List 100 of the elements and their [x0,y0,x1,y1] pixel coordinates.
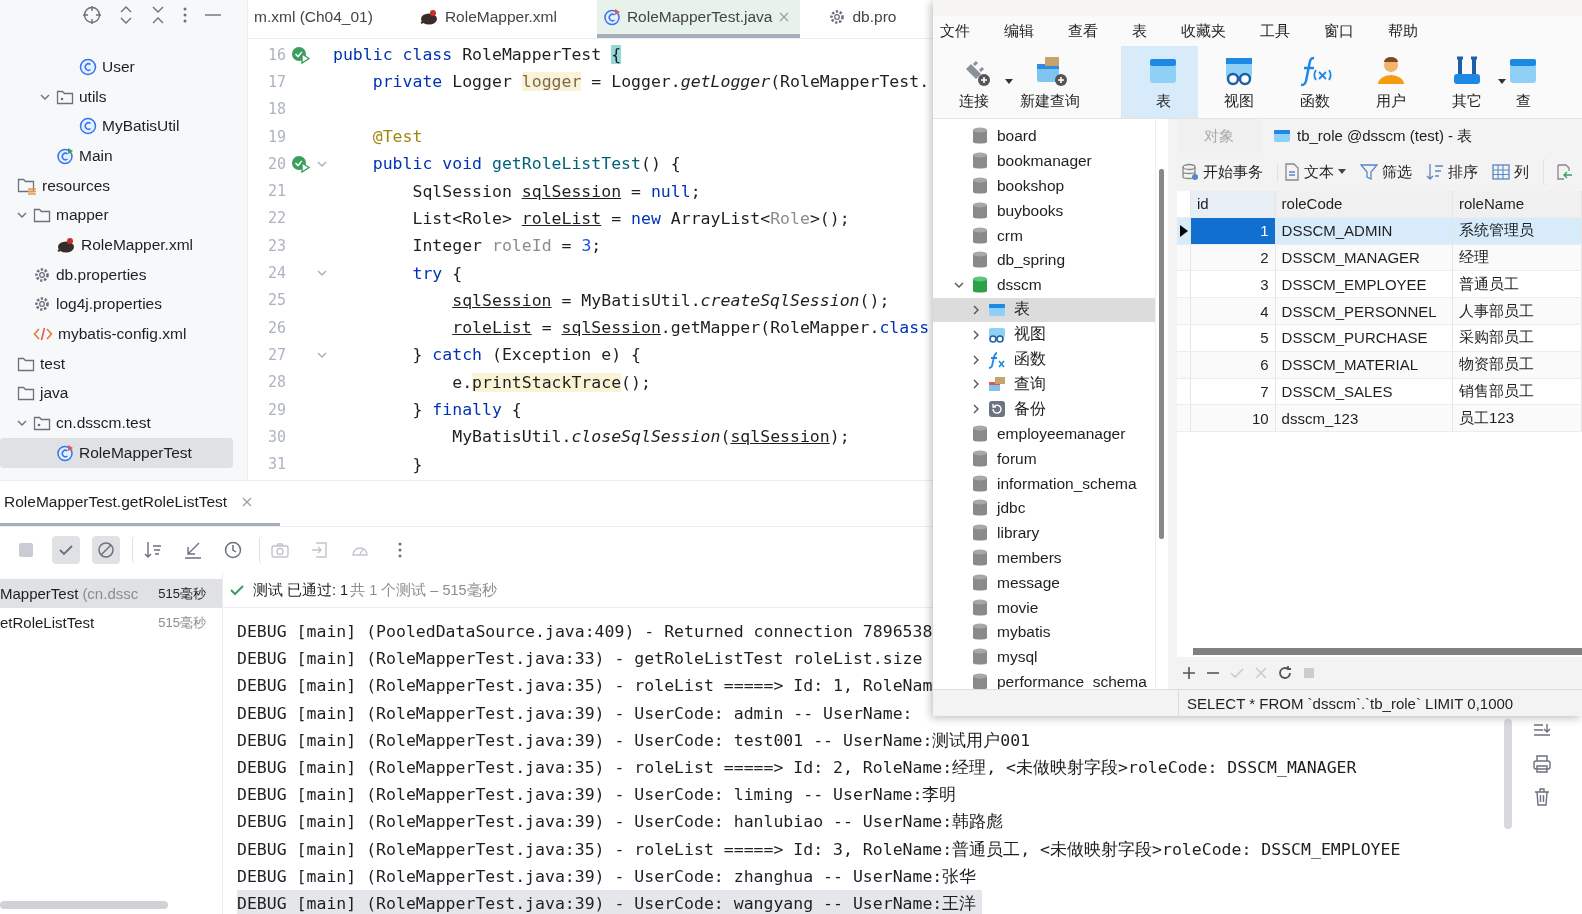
table-cell[interactable]: DSSCM_PERSONNEL [1275,298,1453,324]
editor-tab[interactable]: m.xml (Ch04_01) [248,0,391,38]
tree-item[interactable]: MyBatisUtil [0,111,233,142]
dropdown-caret-icon[interactable] [1498,79,1506,85]
menu-item[interactable]: 窗口 [1324,21,1354,41]
table-cell[interactable]: 普通员工 [1452,271,1582,298]
locate-icon[interactable] [82,5,102,25]
tree-item[interactable]: buybooks [933,198,1155,224]
scrollbar-thumb[interactable] [1193,648,1582,655]
editor-tab[interactable]: RoleMapperTest.java [596,0,801,38]
tree-item[interactable]: bookmanager [933,148,1155,174]
toolbar-button[interactable]: 列 [1492,162,1529,182]
view-icon[interactable] [988,325,1006,344]
arrow-down-left-icon[interactable] [183,540,203,560]
tree-item[interactable]: utils [0,81,233,112]
table-cell[interactable]: 人事部员工 [1452,298,1582,324]
toolbar-button[interactable]: 开始事务 [1181,162,1263,182]
ban-icon[interactable] [96,540,116,560]
toolbar-button[interactable]: 文本 [1277,162,1346,182]
tree-item[interactable]: RoleMapper.xml [0,230,233,260]
tree-item[interactable]: db.properties [0,259,233,290]
scrollbar-thumb[interactable] [1159,169,1164,539]
tree-item[interactable]: mybatis-config.xml [0,319,233,349]
refresh-icon[interactable] [1277,665,1293,681]
run-tab[interactable]: RoleMapperTest.getRoleListTest [0,481,280,526]
table-cell[interactable]: 6 [1191,351,1276,378]
sort-icon[interactable] [143,540,163,560]
tree-item[interactable]: bookshop [933,173,1155,199]
table-cell[interactable]: DSSCM_ADMIN [1275,217,1453,244]
tree-item[interactable]: employeemanager [933,421,1155,447]
tree-item[interactable]: members [933,545,1155,571]
export-icon[interactable] [1555,163,1573,181]
toolbar-button[interactable]: 其它 [1432,46,1502,118]
tree-item[interactable]: message [933,570,1155,596]
scrollbar[interactable] [1504,719,1512,829]
table-cell[interactable]: dsscm_123 [1275,405,1453,432]
tree-item[interactable]: information_schema [933,471,1155,496]
tree-item[interactable]: 表 [933,297,1155,323]
tree-item[interactable]: db_spring [933,248,1155,273]
toolbar-button[interactable]: 视图 [1204,46,1274,118]
menu-item[interactable]: 文件 [940,21,970,41]
trash-icon[interactable] [1532,787,1552,807]
menu-item[interactable]: 工具 [1260,21,1290,41]
dropdown-caret-icon[interactable] [1005,79,1013,85]
toolbar-button[interactable]: 函数 [1280,46,1350,118]
add-icon[interactable] [1181,665,1197,681]
run-test-icon[interactable] [291,45,311,64]
tree-item[interactable]: mybatis [933,619,1155,645]
tree-item[interactable]: movie [933,595,1155,620]
editor-tab[interactable]: RoleMapper.xml [412,0,575,38]
toolbar-button[interactable]: 用户 [1356,46,1426,118]
close-icon[interactable] [778,11,791,23]
table-cell[interactable]: DSSCM_MANAGER [1275,244,1453,271]
clock-icon[interactable] [223,540,243,560]
table-cell[interactable]: 物资部员工 [1452,351,1582,378]
table-cell[interactable]: DSSCM_PURCHASE [1275,325,1453,351]
tree-item[interactable]: dsscm [933,272,1155,298]
tree-item[interactable]: java [0,378,233,409]
column-header[interactable]: id [1191,191,1276,217]
tree-item[interactable]: crm [933,223,1155,248]
table-cell[interactable]: 销售部员工 [1452,378,1582,405]
menu-item[interactable]: 查看 [1068,21,1098,41]
run-test-icon[interactable] [291,154,311,173]
table-cell[interactable]: DSSCM_SALES [1275,378,1453,405]
tree-item[interactable]: cn.dsscm.test [0,408,233,438]
table-cell[interactable]: 7 [1191,378,1276,405]
column-header[interactable]: roleName [1452,191,1582,217]
scrollbar[interactable] [0,901,168,910]
tree-item[interactable]: resources [0,170,233,201]
table-cell[interactable]: DSSCM_MATERIAL [1275,351,1453,378]
toolbar-button[interactable]: 新建查询 [1015,46,1085,118]
tree-item[interactable]: mysql [933,644,1155,670]
print-icon[interactable] [1532,754,1552,774]
tree-item[interactable]: mapper [0,200,233,231]
query-icon[interactable] [988,375,1006,394]
tree-item[interactable]: jdbc [933,495,1155,521]
toolbar-button[interactable]: 查 [1508,46,1538,118]
close-icon[interactable] [241,496,254,508]
toolbar-button[interactable]: 表 [1121,46,1198,118]
function-icon[interactable] [988,350,1006,369]
toolbar-button[interactable]: 连接 [939,46,1009,118]
table-cell[interactable]: 员工123 [1452,405,1582,432]
toolbar-button[interactable]: 排序 [1426,162,1478,182]
test-result-row[interactable]: MapperTest (cn.dssc 515毫秒 [0,579,222,608]
table-cell[interactable]: 5 [1191,325,1276,351]
tree-item[interactable]: log4j.properties [0,289,233,320]
tree-item[interactable]: RoleMapperTest [0,437,233,468]
table-icon[interactable] [1273,127,1291,145]
more-icon[interactable] [182,5,188,25]
expand-all-icon[interactable] [118,5,134,25]
table-cell[interactable]: 2 [1191,244,1276,271]
tree-item[interactable]: Main [0,141,233,171]
tree-item[interactable]: board [933,124,1155,149]
tree-item[interactable]: 备份 [933,396,1155,422]
table-cell[interactable]: 经理 [1452,244,1582,271]
toolbar-button[interactable]: 筛选 [1360,162,1412,182]
collapse-all-icon[interactable] [150,5,166,25]
menu-item[interactable]: 帮助 [1388,21,1418,41]
table-cell[interactable]: 3 [1191,271,1276,298]
tree-item[interactable]: library [933,520,1155,546]
